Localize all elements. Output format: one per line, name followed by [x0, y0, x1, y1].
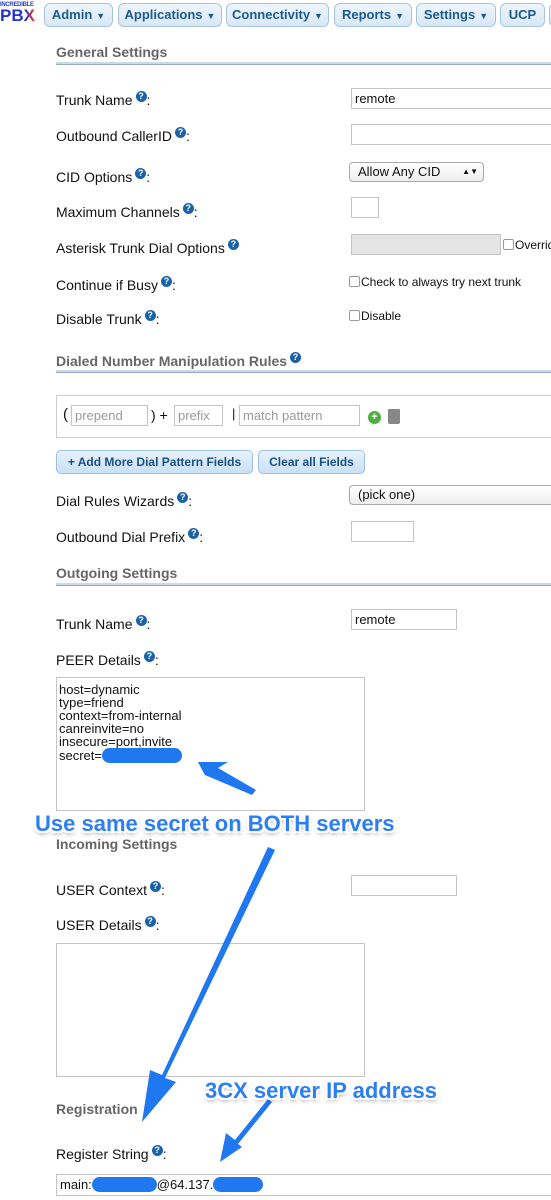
- arrow-to-secret: [198, 762, 256, 795]
- annotation-arrows: [142, 762, 275, 1162]
- secret-annotation: Use same secret on BOTH servers: [35, 811, 395, 836]
- arrow-to-ip: [220, 1099, 272, 1162]
- ip-annotation: 3CX server IP address: [205, 1078, 437, 1103]
